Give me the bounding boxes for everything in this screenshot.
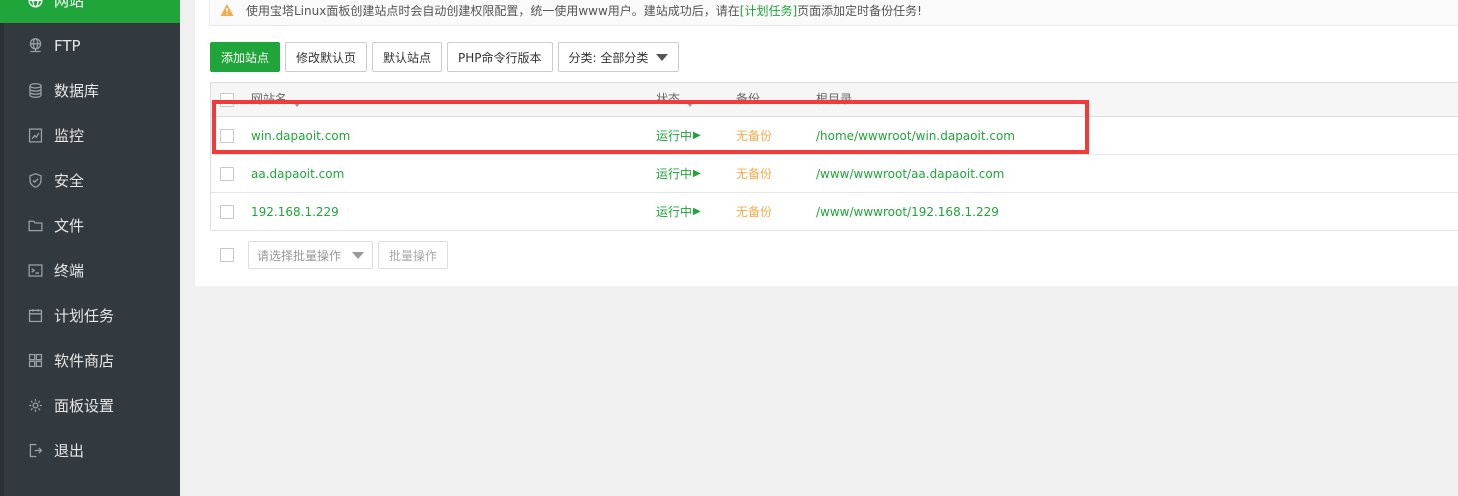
header-backup: 备份 bbox=[736, 92, 761, 106]
folder-icon bbox=[25, 216, 45, 236]
category-select[interactable]: 分类: 全部分类 bbox=[557, 42, 680, 72]
cron-link[interactable]: [计划任务] bbox=[740, 2, 797, 19]
category-select-value: 分类: 全部分类 bbox=[568, 50, 649, 65]
sort-icon bbox=[686, 102, 695, 107]
batch-action-select[interactable]: 请选择批量操作 bbox=[248, 241, 373, 269]
logout-icon bbox=[25, 441, 45, 461]
sidebar-item-label: 软件商店 bbox=[54, 352, 115, 370]
table-header: 网站名 状态 备份 根目录 bbox=[211, 83, 1458, 117]
sidebar-item-label: 退出 bbox=[54, 442, 85, 460]
sidebar-item-label: FTP bbox=[54, 36, 81, 55]
sidebar-item-database[interactable]: 数据库 bbox=[0, 68, 180, 113]
sidebar-item-label: 面板设置 bbox=[54, 397, 115, 415]
header-status[interactable]: 状态 bbox=[656, 91, 695, 107]
batch-bar: 请选择批量操作 批量操作 bbox=[220, 241, 449, 269]
select-all-checkbox[interactable] bbox=[220, 93, 234, 107]
sidebar-item-label: 监控 bbox=[54, 127, 85, 145]
table-row: win.dapaoit.com 运行中 ▶ 无备份 /home/wwwroot/w… bbox=[211, 117, 1458, 155]
sidebar-item-monitor[interactable]: 监控 bbox=[0, 113, 180, 158]
add-site-button[interactable]: 添加站点 bbox=[210, 42, 281, 72]
status-toggle[interactable]: 运行中 ▶ bbox=[656, 117, 701, 154]
play-icon: ▶ bbox=[693, 168, 701, 179]
php-cli-version-button[interactable]: PHP命令行版本 bbox=[447, 42, 553, 72]
status-toggle[interactable]: 运行中 ▶ bbox=[656, 193, 701, 230]
notice-text: 使用宝塔Linux面板创建站点时会自动创建权限配置，统一使用www用户。建站成功… bbox=[246, 3, 740, 18]
sidebar-item-files[interactable]: 文件 bbox=[0, 203, 180, 248]
sidebar-item-label: 数据库 bbox=[54, 82, 100, 100]
default-site-button[interactable]: 默认站点 bbox=[372, 42, 443, 72]
sidebar-item-store[interactable]: 软件商店 bbox=[0, 338, 180, 383]
sidebar-item-ftp[interactable]: FTP bbox=[0, 23, 180, 68]
sidebar-item-website[interactable]: 网站 bbox=[0, 0, 180, 23]
root-path-link[interactable]: /home/wwwroot/win.dapaoit.com bbox=[816, 117, 1015, 154]
monitor-icon bbox=[25, 126, 45, 146]
batch-select-all-checkbox[interactable] bbox=[220, 248, 234, 262]
table-row: 192.168.1.229 运行中 ▶ 无备份 /www/wwwroot/192.… bbox=[211, 193, 1458, 231]
sidebar-item-settings[interactable]: 面板设置 bbox=[0, 383, 180, 428]
batch-action-placeholder: 请选择批量操作 bbox=[257, 248, 342, 263]
site-name-link[interactable]: aa.dapaoit.com bbox=[251, 155, 344, 192]
site-name-link[interactable]: 192.168.1.229 bbox=[251, 193, 339, 230]
root-path-link[interactable]: /www/wwwroot/aa.dapaoit.com bbox=[816, 155, 1004, 192]
site-table: 网站名 状态 备份 根目录 win.dapaoit.com 运行中 ▶ 无备份 /… bbox=[210, 82, 1458, 231]
gear-icon bbox=[25, 396, 45, 416]
edit-default-page-button[interactable]: 修改默认页 bbox=[285, 42, 368, 72]
play-icon: ▶ bbox=[693, 206, 701, 217]
status-toggle[interactable]: 运行中 ▶ bbox=[656, 155, 701, 192]
calendar-icon bbox=[25, 306, 45, 326]
sidebar-item-label: 文件 bbox=[54, 217, 85, 235]
batch-action-button[interactable]: 批量操作 bbox=[378, 241, 449, 269]
network-icon bbox=[25, 36, 45, 56]
sort-icon bbox=[293, 102, 302, 107]
sidebar: 网站 FTP 数据库 监控 安全 文件 终端 计划任务 软件商店 面板设置 退出 bbox=[0, 0, 180, 496]
play-icon: ▶ bbox=[693, 130, 701, 141]
backup-link[interactable]: 无备份 bbox=[736, 193, 772, 230]
backup-link[interactable]: 无备份 bbox=[736, 155, 772, 192]
sidebar-item-cron[interactable]: 计划任务 bbox=[0, 293, 180, 338]
database-icon bbox=[25, 81, 45, 101]
root-path-link[interactable]: /www/wwwroot/192.168.1.229 bbox=[816, 193, 999, 230]
sidebar-item-label: 终端 bbox=[54, 262, 85, 280]
sidebar-item-label: 网站 bbox=[54, 0, 85, 10]
globe-icon bbox=[25, 0, 45, 11]
terminal-icon bbox=[25, 261, 45, 281]
warning-icon bbox=[220, 4, 234, 16]
notice-bar: 使用宝塔Linux面板创建站点时会自动创建权限配置，统一使用www用户。建站成功… bbox=[209, 0, 1458, 26]
header-root: 根目录 bbox=[816, 92, 853, 106]
sidebar-item-logout[interactable]: 退出 bbox=[0, 428, 180, 473]
table-row: aa.dapaoit.com 运行中 ▶ 无备份 /www/wwwroot/aa.… bbox=[211, 155, 1458, 193]
chevron-down-icon bbox=[352, 251, 364, 259]
sidebar-item-label: 计划任务 bbox=[54, 307, 115, 325]
sidebar-item-label: 安全 bbox=[54, 172, 85, 190]
row-checkbox[interactable] bbox=[220, 204, 234, 219]
toolbar: 添加站点 修改默认页 默认站点 PHP命令行版本 分类: 全部分类 bbox=[210, 42, 680, 72]
site-name-link[interactable]: win.dapaoit.com bbox=[251, 117, 350, 154]
row-checkbox[interactable] bbox=[220, 166, 234, 181]
sidebar-item-terminal[interactable]: 终端 bbox=[0, 248, 180, 293]
notice-text-end: 页面添加定时备份任务! bbox=[797, 3, 922, 18]
shield-icon bbox=[25, 171, 45, 191]
main-panel: 使用宝塔Linux面板创建站点时会自动创建权限配置，统一使用www用户。建站成功… bbox=[195, 0, 1458, 286]
grid-icon bbox=[25, 351, 45, 371]
sidebar-item-security[interactable]: 安全 bbox=[0, 158, 180, 203]
backup-link[interactable]: 无备份 bbox=[736, 117, 772, 154]
header-name[interactable]: 网站名 bbox=[251, 91, 302, 107]
chevron-down-icon bbox=[656, 53, 669, 61]
row-checkbox[interactable] bbox=[220, 128, 234, 143]
